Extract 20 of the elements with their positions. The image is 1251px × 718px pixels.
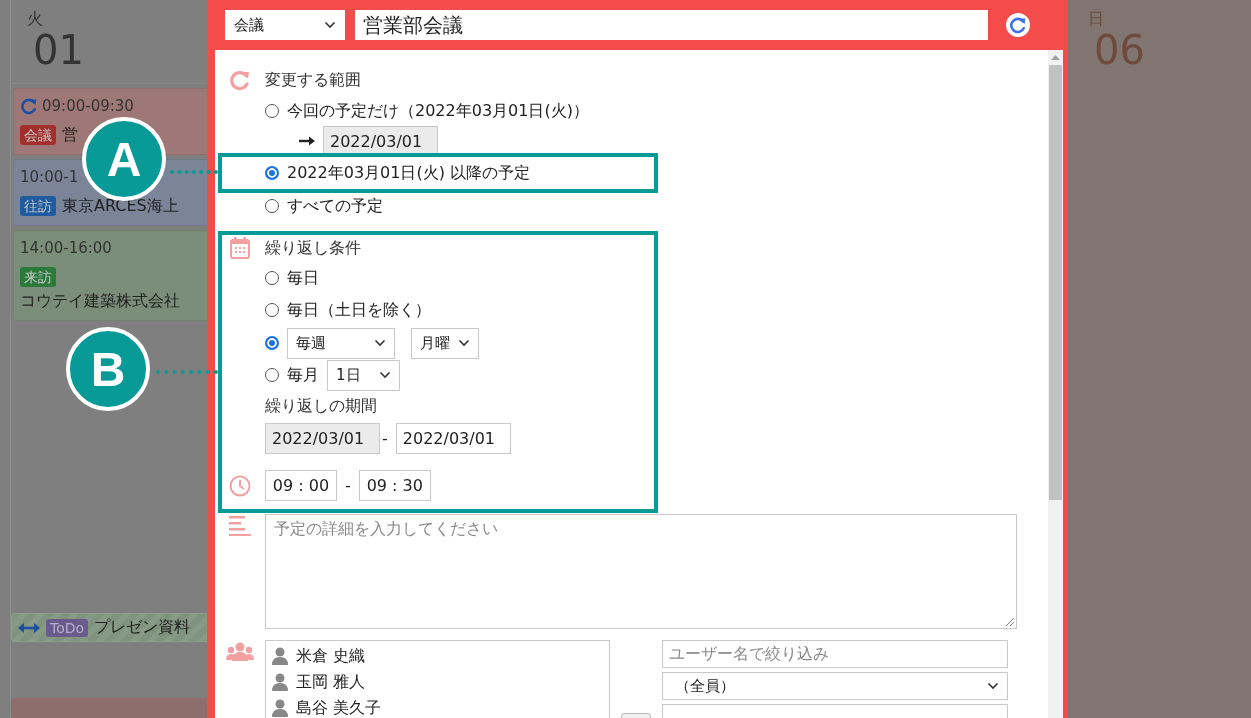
event-tag: 往訪	[20, 196, 56, 217]
event-time: 09:00-09:30	[42, 96, 134, 115]
range-separator: -	[345, 476, 351, 495]
event-title: 営	[62, 124, 78, 146]
todo-title: プレゼン資料	[94, 617, 191, 638]
event-tag: 来訪	[20, 266, 56, 287]
event-time: 10:00-1	[20, 167, 79, 186]
todo-tag: ToDo	[46, 618, 89, 637]
event-tag: 会議	[20, 125, 56, 146]
field-label: 繰り返しの期間	[265, 395, 377, 417]
member-name: 米倉 史織	[296, 645, 366, 667]
section-label: 変更する範囲	[265, 69, 361, 91]
event-title: コウテイ建築株式会社	[20, 290, 180, 312]
event-time: 14:00-16:00	[20, 238, 112, 257]
member-name: 玉岡 雅人	[296, 671, 366, 693]
section-label: 繰り返し条件	[265, 237, 361, 259]
weekday-label: 火	[27, 10, 43, 28]
member-name: 島谷 美久子	[296, 697, 382, 718]
date-number: 01	[33, 28, 84, 72]
range-separator: -	[382, 429, 388, 448]
